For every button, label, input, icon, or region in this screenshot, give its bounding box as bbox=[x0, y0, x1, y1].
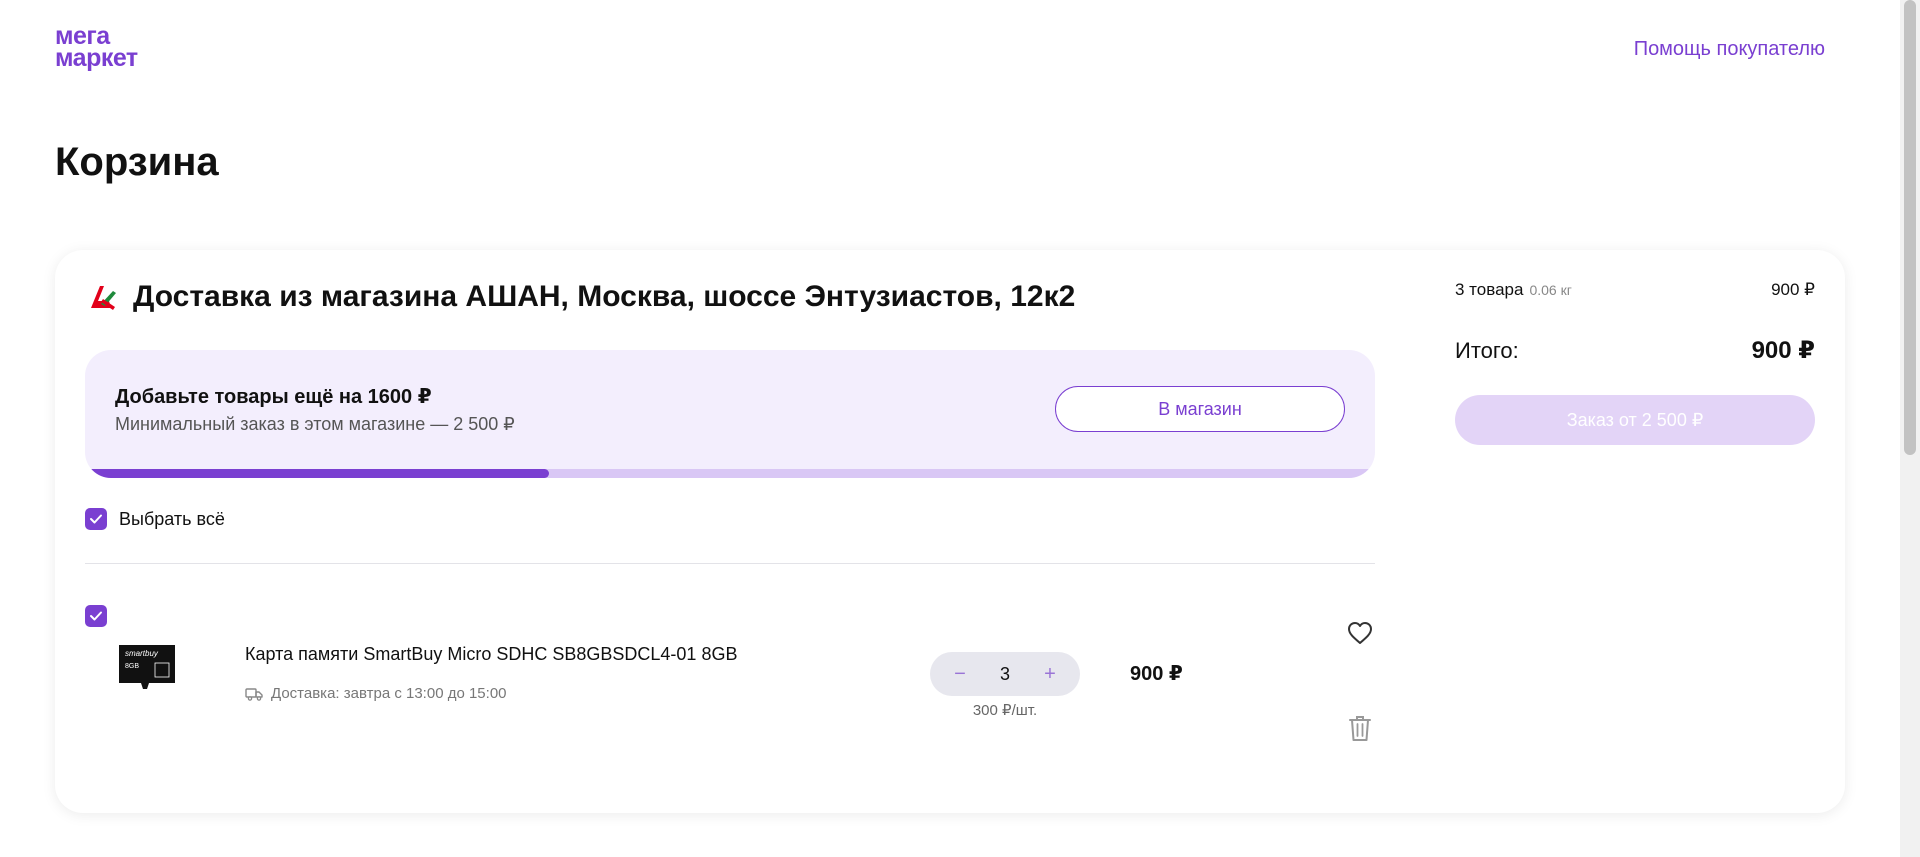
page-scrollbar[interactable] bbox=[1900, 0, 1920, 857]
page-title: Корзина bbox=[55, 140, 219, 184]
delivery-text: Доставка: завтра с 13:00 до 15:00 bbox=[271, 685, 507, 702]
divider bbox=[85, 563, 1375, 564]
store-title: Доставка из магазина АШАН, Москва, шоссе… bbox=[133, 280, 1076, 313]
checkmark-icon bbox=[90, 611, 102, 621]
thumb-brand: smartbuy bbox=[125, 649, 159, 658]
items-weight: 0.06 кг bbox=[1529, 282, 1572, 298]
product-thumbnail[interactable]: smartbuy 8GB bbox=[117, 643, 177, 691]
min-order-text: Минимальный заказ в этом магазине — 2 50… bbox=[115, 414, 515, 434]
store-header: Доставка из магазина АШАН, Москва, шоссе… bbox=[87, 280, 1075, 314]
min-order-banner: Добавьте товары ещё на 1600 ₽ Минимальны… bbox=[85, 350, 1375, 478]
summary-total-row: Итого: 900 ₽ bbox=[1455, 336, 1815, 365]
select-all[interactable]: Выбрать всё bbox=[85, 508, 225, 530]
summary-items-row: 3 товара 0.06 кг 900 ₽ bbox=[1455, 280, 1815, 304]
product-name[interactable]: Карта памяти SmartBuy Micro SDHC SB8GBSD… bbox=[245, 644, 737, 665]
to-store-button[interactable]: В магазин bbox=[1055, 386, 1345, 432]
select-all-label: Выбрать всё bbox=[119, 508, 225, 529]
thumb-size: 8GB bbox=[125, 663, 139, 670]
help-link[interactable]: Помощь покупателю bbox=[1634, 38, 1825, 61]
total-label: Итого: bbox=[1455, 338, 1519, 363]
scrollbar-thumb[interactable] bbox=[1904, 0, 1916, 455]
min-order-progress bbox=[85, 469, 1375, 478]
quantity-value: 3 bbox=[999, 663, 1010, 684]
select-all-checkbox[interactable] bbox=[85, 508, 107, 530]
add-more-text: Добавьте товары ещё на 1600 ₽ bbox=[115, 386, 432, 408]
item-price: 900 ₽ bbox=[1130, 663, 1183, 685]
increase-quantity-button[interactable]: + bbox=[1038, 662, 1062, 686]
favorite-heart-icon[interactable] bbox=[1345, 618, 1375, 648]
items-count: 3 товара bbox=[1455, 280, 1524, 299]
decrease-quantity-button[interactable]: − bbox=[948, 662, 972, 686]
order-summary: 3 товара 0.06 кг 900 ₽ Итого: 900 ₽ Заказ… bbox=[1455, 280, 1815, 445]
subtotal: 900 ₽ bbox=[1771, 280, 1815, 299]
min-order-progress-fill bbox=[85, 469, 550, 478]
megamarket-logo[interactable]: мега маркет bbox=[55, 24, 138, 72]
top-bar: мега маркет Помощь покупателю bbox=[0, 0, 1900, 110]
item-checkbox[interactable] bbox=[85, 605, 107, 627]
truck-icon bbox=[245, 687, 263, 701]
place-order-button[interactable]: Заказ от 2 500 ₽ bbox=[1455, 395, 1815, 445]
trash-icon[interactable] bbox=[1347, 713, 1373, 743]
logo-line-2: маркет bbox=[55, 44, 138, 72]
checkmark-icon bbox=[90, 514, 102, 524]
unit-price: 300 ₽/шт. bbox=[972, 702, 1038, 719]
auchan-bird-icon bbox=[91, 286, 116, 310]
quantity-stepper: − 3 + bbox=[930, 652, 1080, 696]
cart-card: Доставка из магазина АШАН, Москва, шоссе… bbox=[55, 250, 1845, 813]
delivery-info: Доставка: завтра с 13:00 до 15:00 bbox=[245, 685, 507, 702]
total-value: 900 ₽ bbox=[1751, 337, 1815, 364]
